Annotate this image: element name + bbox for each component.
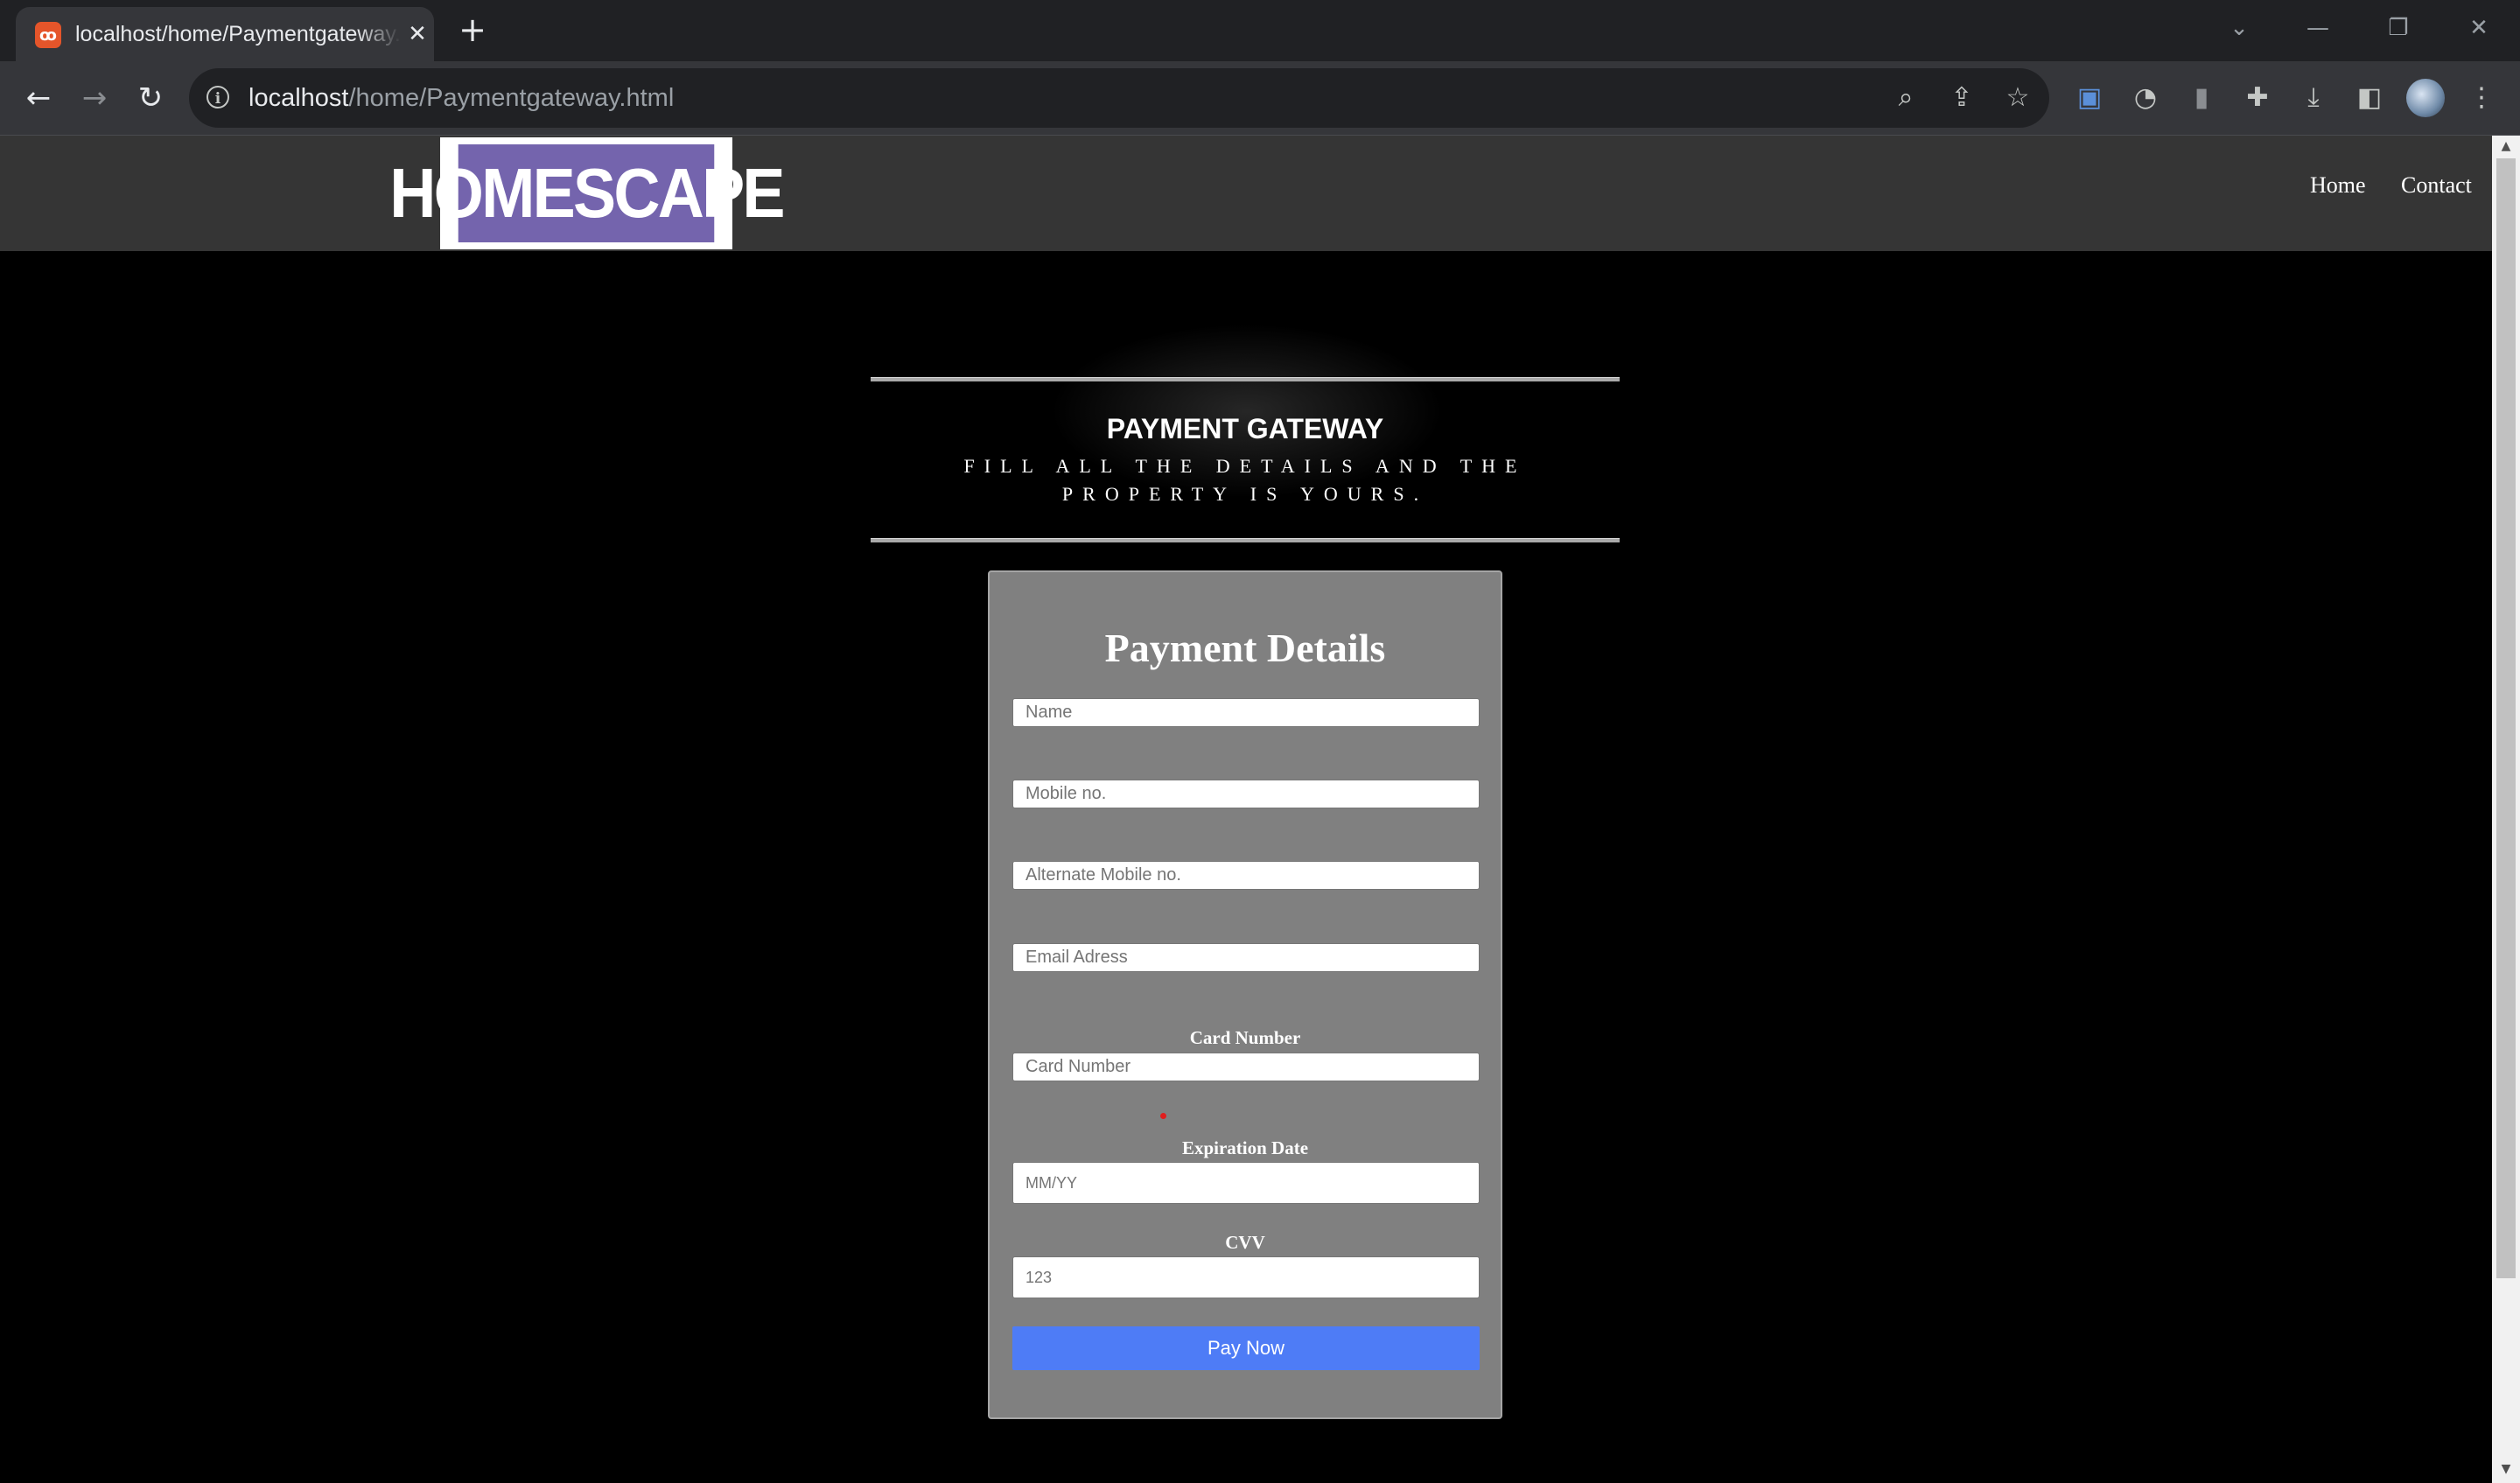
mobile-input[interactable] [1012, 780, 1480, 808]
card-number-label: Card Number [1189, 1027, 1301, 1048]
cvv-label: CVV [1225, 1232, 1265, 1253]
extension-gauge-icon[interactable]: ◔ [2126, 79, 2165, 117]
browser-menu-icon[interactable]: ⋮ [2462, 79, 2501, 117]
minimize-icon[interactable]: — [2296, 10, 2340, 45]
download-icon[interactable]: ⤓ [2294, 79, 2333, 117]
page-scrollbar[interactable]: ▲ ▼ [2492, 136, 2520, 1483]
tab-search-icon[interactable]: ⌄ [2217, 10, 2261, 45]
homescape-logo[interactable]: HOMESCAPE [389, 137, 786, 249]
browser-tab[interactable]: ꝏ localhost/home/Paymentgateway.html ✕ [16, 7, 434, 61]
scrollbar-thumb[interactable] [2496, 158, 2516, 1278]
cvv-input[interactable] [1012, 1256, 1480, 1298]
browser-tab-bar: ꝏ localhost/home/Paymentgateway.html ✕ +… [0, 0, 2520, 61]
hero-top-rule [871, 377, 1620, 381]
alt-mobile-input[interactable] [1012, 861, 1480, 890]
new-tab-button[interactable]: + [455, 12, 490, 47]
zoom-icon[interactable]: ⌕ [1888, 80, 1923, 115]
form-title: Payment Details [1104, 626, 1386, 670]
tab-title-fade [357, 16, 401, 51]
hero-title: PAYMENT GATEWAY [1106, 413, 1384, 444]
profile-avatar[interactable] [2406, 79, 2445, 117]
side-panel-icon[interactable]: ◧ [2350, 79, 2389, 117]
xampp-favicon-icon: ꝏ [35, 22, 61, 48]
card-number-input[interactable] [1012, 1053, 1480, 1081]
address-bar[interactable]: i localhost/home/Paymentgateway.html ⌕ ⇪… [189, 68, 2049, 128]
scroll-down-arrow-icon[interactable]: ▼ [2492, 1462, 2520, 1480]
expiry-label: Expiration Date [1181, 1137, 1309, 1158]
tab-title: localhost/home/Paymentgateway.html [75, 22, 399, 46]
pay-now-button[interactable]: Pay Now [1012, 1326, 1480, 1370]
logo-text: HOMESCAPE [389, 144, 786, 242]
extension-screenshot-icon[interactable]: ▣ [2070, 79, 2109, 117]
nav-link-contact[interactable]: Contact [2401, 172, 2472, 199]
name-input[interactable] [1012, 698, 1480, 727]
cursor-dot [1160, 1113, 1166, 1119]
hero-subtitle: FILL ALL THE DETAILS AND THE PROPERTY IS… [963, 455, 1527, 505]
page-viewport: HOMESCAPE Home Contact PAYMENT GATEWAY F… [0, 136, 2492, 1483]
window-close-icon[interactable]: ✕ [2457, 10, 2501, 45]
nav-link-home[interactable]: Home [2310, 172, 2366, 199]
scroll-up-arrow-icon[interactable]: ▲ [2492, 139, 2520, 157]
url-path: /home/Paymentgateway.html [348, 84, 675, 112]
hero-bottom-rule [871, 538, 1620, 542]
extension-tube-icon[interactable]: ▮ [2182, 79, 2221, 117]
bookmark-star-icon[interactable]: ☆ [2000, 80, 2035, 115]
extensions-puzzle-icon[interactable]: ✚ [2238, 79, 2277, 117]
forward-arrow-icon[interactable]: → [75, 79, 114, 117]
tab-close-icon[interactable]: ✕ [404, 21, 430, 47]
payment-form-card: Payment Details Card Number Expiration D… [988, 570, 1502, 1419]
browser-toolbar: ← → ↻ i localhost/home/Paymentgateway.ht… [0, 61, 2520, 136]
expiry-input[interactable] [1012, 1162, 1480, 1204]
restore-icon[interactable]: ❐ [2376, 10, 2420, 45]
email-input[interactable] [1012, 943, 1480, 972]
back-arrow-icon[interactable]: ← [19, 79, 58, 117]
url-text[interactable]: localhost/home/Paymentgateway.html [248, 82, 674, 114]
site-info-icon[interactable]: i [206, 86, 229, 108]
url-host: localhost [248, 84, 349, 112]
share-icon[interactable]: ⇪ [1944, 80, 1979, 115]
reload-icon[interactable]: ↻ [131, 79, 170, 117]
site-header: HOMESCAPE Home Contact [0, 136, 2492, 251]
